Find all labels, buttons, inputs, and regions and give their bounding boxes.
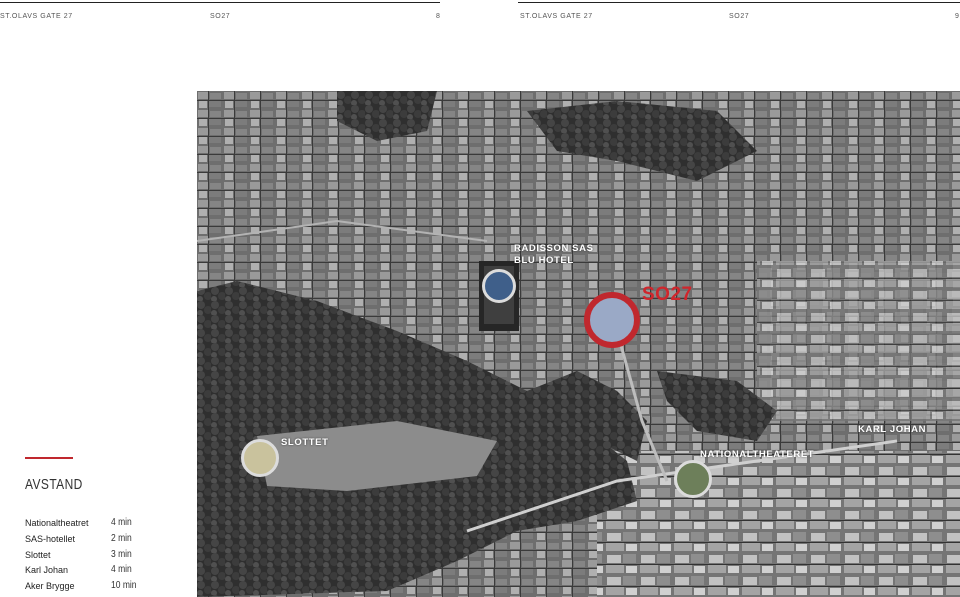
- nationaltheateret-label: NATIONALTHEATERET: [700, 449, 815, 460]
- distance-time: 10 min: [111, 580, 137, 591]
- aerial-map: RADISSON SAS BLU HOTEL SO27 SLOTTET NATI…: [197, 91, 960, 597]
- accent-bar: [25, 457, 73, 459]
- radisson-label-line2: BLU HOTEL: [514, 255, 574, 266]
- radisson-label-line1: RADISSON SAS: [514, 243, 594, 254]
- section-title: AVSTAND: [25, 476, 83, 493]
- header-brand-left: SO27: [210, 13, 231, 20]
- aerial-photo: [197, 91, 960, 597]
- radisson-label: RADISSON SAS BLU HOTEL: [514, 243, 594, 267]
- distance-place: Aker Brygge: [25, 581, 75, 591]
- header-page-left: 8: [436, 13, 441, 20]
- slottet-label: SLOTTET: [281, 437, 329, 448]
- header-brand-right: SO27: [729, 13, 750, 20]
- slottet-marker[interactable]: [241, 439, 279, 477]
- so27-marker[interactable]: [584, 292, 640, 348]
- header-rule-right: [518, 2, 960, 3]
- distance-time: 4 min: [111, 517, 132, 528]
- header-page-right: 9: [955, 13, 960, 20]
- radisson-marker[interactable]: [482, 269, 516, 303]
- distance-place: Karl Johan: [25, 565, 69, 575]
- distance-time: 4 min: [111, 564, 132, 575]
- so27-label: SO27: [642, 284, 693, 305]
- distance-place: Nationaltheatret: [25, 518, 89, 528]
- header-address-right: ST.OLAVS GATE 27: [520, 13, 593, 20]
- distance-time: 2 min: [111, 533, 132, 544]
- nationaltheateret-marker[interactable]: [674, 460, 712, 498]
- header-address-left: ST.OLAVS GATE 27: [0, 13, 73, 20]
- header-rule-left: [0, 2, 440, 3]
- distance-time: 3 min: [111, 549, 132, 560]
- distance-place: SAS-hotellet: [25, 534, 76, 544]
- distance-place: Slottet: [25, 550, 51, 560]
- karl-johan-label: KARL JOHAN: [858, 424, 927, 435]
